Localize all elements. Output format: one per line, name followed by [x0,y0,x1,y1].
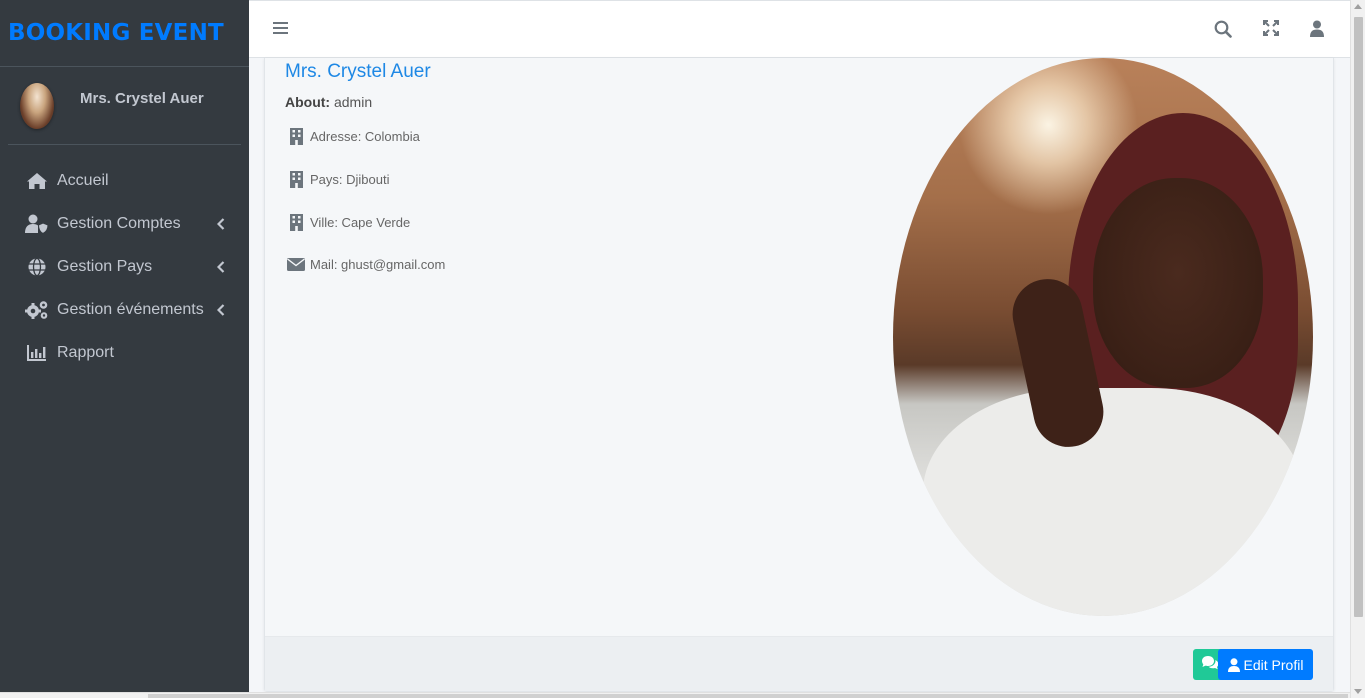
scroll-up-icon[interactable] [1354,4,1362,9]
user-icon [1227,657,1240,672]
about-value: admin [333,94,373,110]
address-text: Adresse: Colombia [310,129,420,144]
city-text: Ville: Cape Verde [310,215,411,230]
scroll-down-icon[interactable] [1354,689,1362,694]
edit-profile-label: Edit Profil [1243,656,1304,673]
sidebar-item-label: Gestion Comptes [57,214,181,232]
horizontal-scrollbar[interactable] [0,692,1350,698]
sidebar-item-label: Gestion événements [57,300,204,318]
chevron-left-icon [216,303,225,321]
top-navbar [249,0,1350,58]
profile-card: Mrs. Crystel Auer About: admin Adresse: … [264,58,1334,692]
envelope-icon [287,258,305,271]
expand-icon[interactable] [1263,20,1279,41]
info-city: Ville: Cape Verde [287,214,410,231]
sidebar-item-gestion-comptes[interactable]: Gestion Comptes [0,202,249,245]
about-label: About: [285,94,331,110]
comments-icon [1201,655,1219,675]
search-icon[interactable] [1214,20,1232,43]
sidebar-item-label: Accueil [57,171,109,189]
user-name[interactable]: Mrs. Crystel Auer [80,90,204,107]
building-icon [287,214,305,231]
home-icon [25,171,49,191]
chart-bar-icon [25,343,49,363]
sidebar-item-gestion-pays[interactable]: Gestion Pays [0,245,249,288]
sidebar: BOOKING EVENT Mrs. Crystel Auer Accueil … [0,0,249,692]
building-icon [287,171,305,188]
sidebar-item-gestion-evenements[interactable]: Gestion événements [0,288,249,331]
sidebar-item-rapport[interactable]: Rapport [0,331,249,374]
brand-title: BOOKING EVENT [8,20,224,46]
profile-photo [893,58,1313,616]
user-avatar[interactable] [20,82,54,129]
user-shield-icon [25,214,49,234]
building-icon [287,128,305,145]
sidebar-item-label: Gestion Pays [57,257,153,275]
brand-logo[interactable]: BOOKING EVENT [0,0,249,67]
cogs-icon [25,300,49,320]
globe-icon [25,257,49,277]
sidebar-item-label: Rapport [57,343,114,361]
info-address: Adresse: Colombia [287,128,420,145]
hamburger-icon[interactable] [273,21,288,40]
sidebar-item-accueil[interactable]: Accueil [0,159,249,202]
horizontal-scrollbar-thumb[interactable] [148,694,1348,698]
profile-about: About: admin [285,94,372,110]
chevron-left-icon [216,260,225,278]
chevron-left-icon [216,217,225,235]
user-icon[interactable] [1310,20,1324,42]
edit-profile-button[interactable]: Edit Profil [1218,649,1313,680]
profile-name: Mrs. Crystel Auer [285,61,431,82]
mail-text: Mail: ghust@gmail.com [310,257,446,272]
info-mail: Mail: ghust@gmail.com [287,257,445,272]
scrollbar-thumb[interactable] [1354,17,1363,617]
info-country: Pays: Djibouti [287,171,389,188]
sidebar-nav: Accueil Gestion Comptes Gestion Pays Ges… [0,145,249,374]
vertical-scrollbar[interactable] [1350,0,1365,698]
country-text: Pays: Djibouti [310,172,390,187]
card-footer: Edit Profil [265,636,1333,691]
user-panel: Mrs. Crystel Auer [8,67,241,145]
